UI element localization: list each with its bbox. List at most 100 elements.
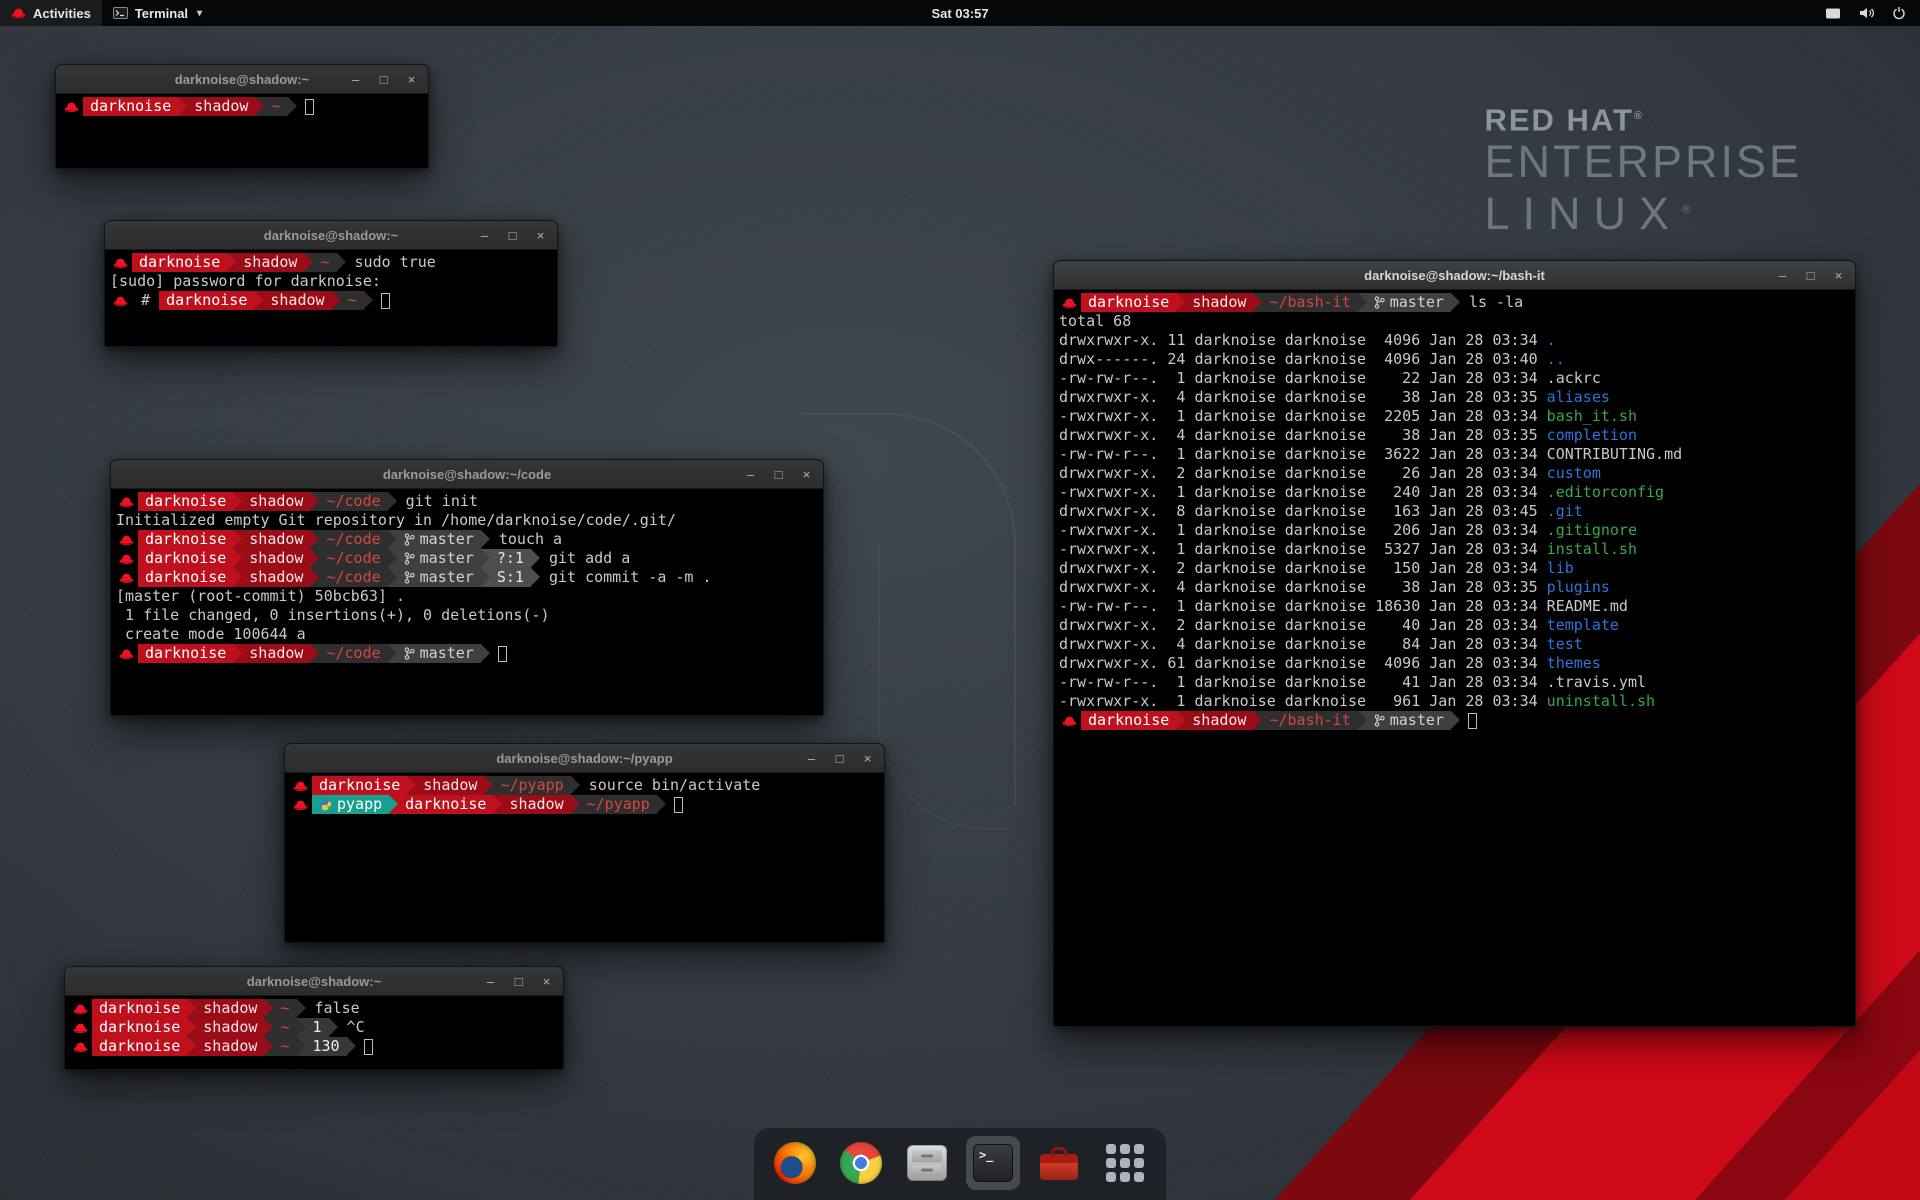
prompt-segment-user: darknoise: [92, 1018, 187, 1037]
prompt-segment-user: darknoise: [138, 492, 233, 511]
dock-item-firefox[interactable]: [768, 1136, 822, 1190]
terminal-window-bash-it[interactable]: darknoise@shadow:~/bash-it–□×darknoisesh…: [1053, 260, 1856, 1027]
minimize-button[interactable]: –: [483, 974, 498, 989]
terminal-cursor: [674, 797, 683, 813]
window-titlebar[interactable]: darknoise@shadow:~/bash-it –□ ×: [1054, 261, 1855, 290]
terminal-window-code[interactable]: darknoise@shadow:~/code–□×darknoiseshado…: [110, 459, 824, 716]
activities-button[interactable]: Activities: [0, 0, 102, 26]
redhat-prompt-icon: [116, 553, 138, 565]
terminal-line: drwxrwxr-x. 4 darknoise darknoise 84 Jan…: [1059, 635, 1850, 654]
segment-arrow: [310, 644, 319, 663]
dock-item-toolbox[interactable]: [1032, 1136, 1086, 1190]
minimize-button[interactable]: –: [1775, 268, 1790, 283]
minimize-button[interactable]: –: [804, 751, 819, 766]
dock-item-files[interactable]: [900, 1136, 954, 1190]
segment-arrow: [484, 776, 493, 795]
prompt-segment-git: master: [1367, 293, 1451, 312]
terminal-cursor: [305, 99, 314, 115]
maximize-button[interactable]: □: [1803, 268, 1818, 283]
prompt-segment-path: ~/pyapp: [580, 795, 657, 814]
terminal-content[interactable]: darknoiseshadow~/code git initInitialize…: [111, 489, 823, 715]
dock-item-chrome[interactable]: [834, 1136, 888, 1190]
close-button[interactable]: ×: [799, 467, 814, 482]
terminal-line: darknoiseshadow~ sudo true: [110, 253, 552, 272]
minimize-button[interactable]: –: [348, 72, 363, 87]
redhat-prompt-icon: [61, 101, 83, 113]
terminal-line: drwxrwxr-x. 11 darknoise darknoise 4096 …: [1059, 331, 1850, 350]
window-titlebar[interactable]: darknoise@shadow:~–□×: [65, 967, 563, 996]
filename-dir: template: [1547, 616, 1619, 635]
minimize-button[interactable]: –: [477, 228, 492, 243]
terminal-text: sudo true: [346, 253, 436, 272]
terminal-content[interactable]: darknoiseshadow~ sudo true[sudo] passwor…: [105, 250, 557, 346]
terminal-line: drwxrwxr-x. 2 darknoise darknoise 40 Jan…: [1059, 616, 1850, 635]
window-controls: –□ ×: [804, 744, 875, 772]
terminal-window-pyapp[interactable]: darknoise@shadow:~/pyapp –□ × darknoiseshad…: [284, 743, 885, 943]
terminal-line: drwxrwxr-x. 2 darknoise darknoise 26 Jan…: [1059, 464, 1850, 483]
terminal-text: -rw-rw-r--. 1 darknoise darknoise 3622 J…: [1059, 445, 1547, 464]
maximize-button[interactable]: □: [376, 72, 391, 87]
terminal-window-sudo[interactable]: darknoise@shadow:~–□×darknoiseshadow~ su…: [104, 220, 558, 347]
prompt-segment-path: ~/bash-it: [1262, 293, 1357, 312]
window-titlebar[interactable]: darknoise@shadow:~–□×: [105, 221, 557, 250]
window-titlebar[interactable]: darknoise@shadow:~–□×: [56, 65, 428, 94]
terminal-content[interactable]: darknoiseshadow~: [56, 94, 428, 168]
prompt-segment-user: darknoise: [312, 776, 407, 795]
window-titlebar[interactable]: darknoise@shadow:~/code–□×: [111, 460, 823, 489]
dock-item-terminal[interactable]: >_: [966, 1136, 1020, 1190]
terminal-text: drwxrwxr-x. 4 darknoise darknoise 38 Jan…: [1059, 578, 1547, 597]
branch-icon: [1374, 714, 1385, 727]
prompt-segment-path: ~/code: [319, 568, 387, 587]
python-icon: [319, 798, 332, 811]
prompt-segment-host: shadow: [1185, 293, 1253, 312]
app-menu-button[interactable]: Terminal ▾: [102, 0, 213, 26]
terminal-window-home-1[interactable]: darknoise@shadow:~–□×darknoiseshadow~: [55, 64, 429, 169]
close-button[interactable]: ×: [533, 228, 548, 243]
dock-item-app-grid[interactable]: [1098, 1136, 1152, 1190]
segment-arrow: [187, 999, 196, 1018]
terminal-content[interactable]: darknoiseshadow~/bash-itmaster ls -latot…: [1054, 290, 1855, 1026]
terminal-line: -rwxrwxr-x. 1 darknoise darknoise 206 Ja…: [1059, 521, 1850, 540]
maximize-button[interactable]: □: [511, 974, 526, 989]
redhat-prompt-icon: [116, 648, 138, 660]
segment-arrow: [264, 1037, 273, 1056]
terminal-line: # darknoiseshadow~: [110, 291, 552, 310]
clock[interactable]: Sat 03:57: [931, 6, 988, 21]
power-icon[interactable]: [1892, 6, 1906, 20]
volume-icon[interactable]: [1858, 6, 1875, 20]
window-title: darknoise@shadow:~/pyapp: [496, 751, 672, 766]
close-button[interactable]: ×: [404, 72, 419, 87]
terminal-text: drwxrwxr-x. 61 darknoise darknoise 4096 …: [1059, 654, 1547, 673]
prompt-segment-git: master: [1367, 711, 1451, 730]
window-title: darknoise@shadow:~/bash-it: [1364, 268, 1545, 283]
terminal-line: drwxrwxr-x. 8 darknoise darknoise 163 Ja…: [1059, 502, 1850, 521]
prompt-segment-host: shadow: [242, 549, 310, 568]
segment-arrow: [187, 1018, 196, 1037]
segment-arrow: [531, 568, 540, 587]
prompt-segment-exit: 1: [306, 1018, 329, 1037]
segment-arrow: [388, 549, 397, 568]
prompt-segment-path: ~/bash-it: [1262, 711, 1357, 730]
maximize-button[interactable]: □: [771, 467, 786, 482]
minimize-button[interactable]: –: [743, 467, 758, 482]
prompt-segment-path: ~/code: [319, 492, 387, 511]
terminal-content[interactable]: darknoiseshadow~ falsedarknoiseshadow~1 …: [65, 996, 563, 1069]
terminal-text: README.md: [1547, 597, 1628, 616]
filename-exec: .gitignore: [1547, 521, 1637, 540]
segment-arrow: [187, 1037, 196, 1056]
close-button[interactable]: ×: [1831, 268, 1846, 283]
maximize-button[interactable]: □: [505, 228, 520, 243]
close-button[interactable]: ×: [539, 974, 554, 989]
notification-icon[interactable]: [1825, 7, 1841, 20]
prompt-segment-host: shadow: [263, 291, 331, 310]
window-titlebar[interactable]: darknoise@shadow:~/pyapp –□ ×: [285, 744, 884, 773]
terminal-line: drwxrwxr-x. 4 darknoise darknoise 38 Jan…: [1059, 578, 1850, 597]
terminal-content[interactable]: darknoiseshadow~/pyapp source bin/activa…: [285, 773, 884, 942]
segment-arrow: [233, 568, 242, 587]
terminal-window-exit-codes[interactable]: darknoise@shadow:~–□×darknoiseshadow~ fa…: [64, 966, 564, 1070]
segment-arrow: [297, 999, 306, 1018]
terminal-line: -rw-rw-r--. 1 darknoise darknoise 41 Jan…: [1059, 673, 1850, 692]
maximize-button[interactable]: □: [832, 751, 847, 766]
app-menu-label: Terminal: [135, 6, 188, 21]
close-button[interactable]: ×: [860, 751, 875, 766]
